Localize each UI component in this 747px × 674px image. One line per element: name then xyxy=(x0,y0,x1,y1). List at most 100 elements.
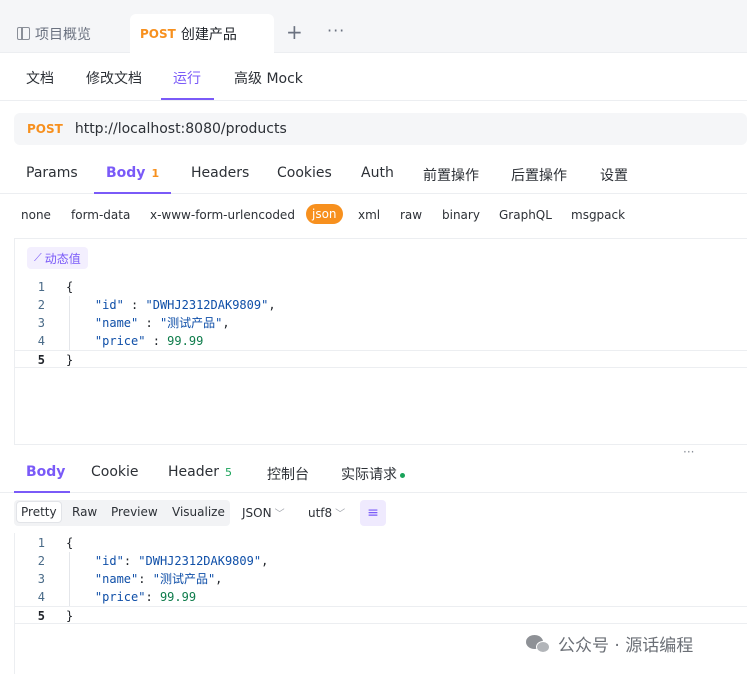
code-line: 2 "id" : "DWHJ2312DAK9809", xyxy=(15,296,747,314)
tab-response-cookie[interactable]: Cookie xyxy=(91,464,139,480)
request-body-editor[interactable]: ⟋ 动态值 1 { 2 "id" : "DWHJ2312DAK9809", 3 … xyxy=(14,238,747,445)
json-value: "测试产品" xyxy=(159,316,223,330)
code-line: 4 "price": 99.99 xyxy=(15,588,747,606)
json-key: "price" xyxy=(94,590,146,604)
dynamic-value-button[interactable]: ⟋ 动态值 xyxy=(27,247,88,269)
tab-actual-request[interactable]: 实际请求 xyxy=(341,464,405,484)
tab-method-badge: POST xyxy=(140,26,176,41)
tab-console[interactable]: 控制台 xyxy=(267,464,309,484)
active-tab-indicator xyxy=(161,98,214,100)
body-type-none[interactable]: none xyxy=(21,208,51,222)
body-type-graphql[interactable]: GraphQL xyxy=(499,208,552,222)
line-number: 4 xyxy=(37,334,45,348)
watermark-text: 公众号 · 源话编程 xyxy=(558,636,694,656)
tab-pre-processors[interactable]: 前置操作 xyxy=(423,165,479,185)
json-sep: : xyxy=(145,590,160,604)
code-line-current: 5 } xyxy=(15,350,747,368)
json-comma: , xyxy=(268,298,276,312)
body-type-xml[interactable]: xml xyxy=(358,208,380,222)
wechat-icon xyxy=(526,633,552,655)
code-line: 1 { xyxy=(15,278,747,296)
json-brace-close: } xyxy=(66,353,74,367)
format-wrap-icon[interactable]: ≡ xyxy=(360,500,386,526)
line-number: 1 xyxy=(37,536,45,550)
tab-headers[interactable]: Headers xyxy=(191,165,249,181)
line-number: 5 xyxy=(37,609,45,623)
code-line: 1 { xyxy=(15,534,747,552)
encoding-select-value: utf8 xyxy=(308,506,333,520)
tab-auth[interactable]: Auth xyxy=(361,165,394,181)
tab-cookies[interactable]: Cookies xyxy=(277,165,332,181)
tab-params[interactable]: Params xyxy=(26,165,78,181)
view-mode-switch: Pretty Raw Preview Visualize xyxy=(14,500,230,526)
code-line: 2 "id": "DWHJ2312DAK9809", xyxy=(15,552,747,570)
json-sep: : xyxy=(138,316,160,330)
tab-response-header[interactable]: Header 5 xyxy=(168,464,232,480)
json-brace-open: { xyxy=(66,536,74,550)
line-number: 2 xyxy=(37,298,45,312)
json-brace-open: { xyxy=(66,280,74,294)
json-comma: , xyxy=(215,572,223,586)
request-method[interactable]: POST xyxy=(27,122,63,136)
tab-project-overview[interactable]: 项目概览 xyxy=(0,14,128,53)
tab-response-header-label: Header xyxy=(168,464,219,480)
line-number: 4 xyxy=(37,590,45,604)
tab-advanced-mock[interactable]: 高级 Mock xyxy=(234,68,303,88)
view-pretty[interactable]: Pretty xyxy=(17,502,61,522)
body-type-binary[interactable]: binary xyxy=(442,208,480,222)
document-tab-strip: 项目概览 POST 创建产品 + ··· xyxy=(0,0,747,53)
view-visualize[interactable]: Visualize xyxy=(172,505,225,519)
line-number: 3 xyxy=(37,572,45,586)
encoding-select[interactable]: utf8 ﹀ xyxy=(308,505,345,520)
format-select[interactable]: JSON ﹀ xyxy=(242,505,285,520)
overview-icon xyxy=(17,27,30,40)
tab-docs[interactable]: 文档 xyxy=(26,68,54,88)
code-line: 3 "name": "测试产品", xyxy=(15,570,747,588)
chevron-down-icon: ﹀ xyxy=(274,509,285,520)
watermark: 公众号 · 源话编程 xyxy=(526,631,693,656)
tab-post-processors[interactable]: 后置操作 xyxy=(511,165,567,185)
endpoint-mode-tabs: 文档 修改文档 运行 高级 Mock xyxy=(0,53,747,101)
json-value: "DWHJ2312DAK9809" xyxy=(138,554,262,568)
json-value: "DWHJ2312DAK9809" xyxy=(145,298,269,312)
body-type-form-data[interactable]: form-data xyxy=(71,208,130,222)
body-type-msgpack[interactable]: msgpack xyxy=(571,208,625,222)
body-type-json[interactable]: json xyxy=(306,204,343,224)
tab-run[interactable]: 运行 xyxy=(173,68,201,88)
view-raw[interactable]: Raw xyxy=(72,505,97,519)
line-number: 3 xyxy=(37,316,45,330)
line-number: 2 xyxy=(37,554,45,568)
tab-response-body[interactable]: Body xyxy=(26,464,65,480)
tab-create-product-label: 创建产品 xyxy=(180,26,237,43)
tab-actual-request-label: 实际请求 xyxy=(341,467,397,483)
tab-create-product[interactable]: POST 创建产品 xyxy=(130,14,274,53)
add-tab-icon[interactable]: + xyxy=(286,20,303,44)
json-sep: : xyxy=(123,554,139,568)
body-type-selector: none form-data x-www-form-urlencoded jso… xyxy=(0,203,747,229)
tab-edit-docs[interactable]: 修改文档 xyxy=(86,68,142,88)
request-url-input[interactable]: http://localhost:8080/products xyxy=(75,121,287,137)
tab-body-label: Body xyxy=(106,165,146,181)
chevron-down-icon: ﹀ xyxy=(335,509,346,520)
json-brace-close: } xyxy=(66,609,74,623)
more-tabs-icon[interactable]: ··· xyxy=(327,19,345,43)
dynamic-value-label: 动态值 xyxy=(44,251,81,266)
json-comma: , xyxy=(261,554,269,568)
body-count-badge: 1 xyxy=(151,167,160,180)
status-dot-icon xyxy=(400,472,405,478)
tab-body[interactable]: Body 1 xyxy=(106,165,159,181)
request-url-bar[interactable]: POST http://localhost:8080/products xyxy=(14,113,747,145)
body-type-raw[interactable]: raw xyxy=(400,208,422,222)
response-code: 1 { 2 "id": "DWHJ2312DAK9809", 3 "name":… xyxy=(15,534,747,624)
magic-wand-icon: ⟋ xyxy=(34,251,42,264)
code-line: 3 "name" : "测试产品", xyxy=(15,314,747,332)
json-value: "测试产品" xyxy=(152,572,216,586)
body-type-urlencoded[interactable]: x-www-form-urlencoded xyxy=(150,208,295,222)
response-section-tabs: Body Cookie Header 5 控制台 实际请求 xyxy=(0,455,747,493)
tab-settings[interactable]: 设置 xyxy=(600,165,628,185)
json-key: "name" xyxy=(94,572,139,586)
view-preview[interactable]: Preview xyxy=(111,505,158,519)
format-select-value: JSON xyxy=(242,506,272,520)
json-sep: : xyxy=(145,334,168,348)
json-sep: : xyxy=(123,298,146,312)
